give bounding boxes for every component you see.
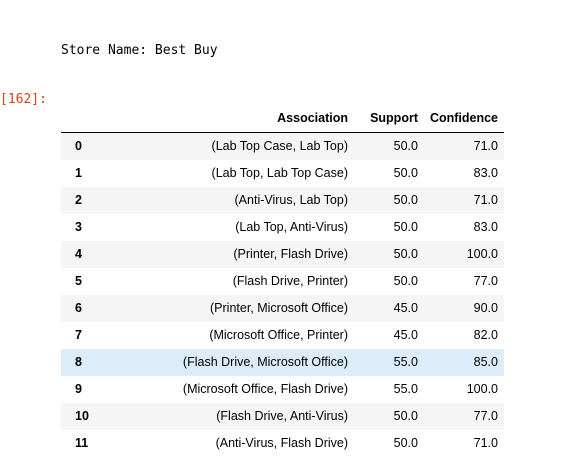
row-index: 0 (75, 139, 82, 153)
row-index: 4 (75, 247, 82, 261)
table-row: 9 (Microsoft Office, Flash Drive) 55.0 100.… (61, 376, 504, 403)
cell-confidence: 77.0 (473, 409, 498, 423)
table-row: 11 (Anti-Virus, Flash Drive) 50.0 71.0 (61, 430, 504, 457)
table-row: 2 (Anti-Virus, Lab Top) 50.0 71.0 (61, 187, 504, 214)
row-index: 11 (75, 436, 89, 450)
table-body: 0 (Lab Top Case, Lab Top) 50.0 71.0 1 (Lab To… (61, 132, 504, 457)
cell-support: 50.0 (393, 166, 418, 180)
cell-association: (Flash Drive, Printer) (232, 274, 348, 288)
table-header: Association Support Confidence (61, 105, 504, 133)
cell-confidence: 71.0 (473, 193, 498, 207)
cell-confidence: 100.0 (466, 247, 498, 261)
cell-association: (Anti-Virus, Lab Top) (234, 193, 348, 207)
cell-support: 50.0 (393, 274, 418, 288)
header-support: Support (354, 105, 418, 133)
row-index: 3 (75, 220, 82, 234)
cell-association: (Lab Top, Anti-Virus) (235, 220, 348, 234)
table-row: 0 (Lab Top Case, Lab Top) 50.0 71.0 (61, 132, 504, 160)
cell-confidence: 85.0 (473, 355, 498, 369)
store-name-line: Store Name: Best Buy (61, 43, 218, 58)
table-row: 7 (Microsoft Office, Printer) 45.0 82.0 (61, 322, 504, 349)
cell-support: 55.0 (393, 355, 418, 369)
table-row: 10 (Flash Drive, Anti-Virus) 50.0 77.0 (61, 403, 504, 430)
cell-support: 50.0 (393, 220, 418, 234)
cell-support: 45.0 (393, 301, 418, 315)
header-row: Association Support Confidence (61, 105, 504, 133)
row-index: 10 (75, 409, 89, 423)
row-index: 6 (75, 301, 82, 315)
cell-association: (Microsoft Office, Flash Drive) (182, 382, 348, 396)
table-row: 6 (Printer, Microsoft Office) 45.0 90.0 (61, 295, 504, 322)
row-index: 7 (75, 328, 82, 342)
cell-support: 50.0 (393, 193, 418, 207)
cell-association: (Printer, Microsoft Office) (210, 301, 348, 315)
associations-dataframe: Association Support Confidence 0 (Lab Top… (61, 105, 504, 457)
cell-association: (Flash Drive, Anti-Virus) (216, 409, 348, 423)
cell-confidence: 90.0 (473, 301, 498, 315)
row-index: 5 (75, 274, 82, 288)
cell-association: (Microsoft Office, Printer) (209, 328, 348, 342)
header-confidence: Confidence (418, 105, 504, 133)
cell-confidence: 82.0 (473, 328, 498, 342)
cell-association: (Lab Top Case, Lab Top) (211, 139, 348, 153)
table-row: 5 (Flash Drive, Printer) 50.0 77.0 (61, 268, 504, 295)
cell-confidence: 71.0 (473, 436, 498, 450)
row-index: 9 (75, 382, 82, 396)
cell-support: 45.0 (393, 328, 418, 342)
output-prompt: [162]: (0, 92, 47, 107)
cell-confidence: 77.0 (473, 274, 498, 288)
table-row: 1 (Lab Top, Lab Top Case) 50.0 83.0 (61, 160, 504, 187)
cell-support: 50.0 (393, 139, 418, 153)
cell-support: 50.0 (393, 247, 418, 261)
cell-support: 50.0 (393, 436, 418, 450)
cell-support: 55.0 (393, 382, 418, 396)
table-row: 3 (Lab Top, Anti-Virus) 50.0 83.0 (61, 214, 504, 241)
cell-association: (Flash Drive, Microsoft Office) (182, 355, 348, 369)
cell-confidence: 83.0 (473, 166, 498, 180)
header-index (61, 105, 145, 133)
cell-association: (Printer, Flash Drive) (233, 247, 348, 261)
table-row: 8 (Flash Drive, Microsoft Office) 55.0 85.0 (61, 349, 504, 376)
cell-association: (Lab Top, Lab Top Case) (211, 166, 348, 180)
cell-confidence: 83.0 (473, 220, 498, 234)
row-index: 2 (75, 193, 82, 207)
cell-support: 50.0 (393, 409, 418, 423)
notebook-output-area: Store Name: Best Buy Final Associations … (0, 0, 577, 460)
header-association: Association (145, 105, 354, 133)
row-index: 1 (75, 166, 82, 180)
cell-association: (Anti-Virus, Flash Drive) (215, 436, 348, 450)
cell-confidence: 100.0 (466, 382, 498, 396)
row-index: 8 (75, 355, 82, 369)
cell-confidence: 71.0 (473, 139, 498, 153)
table-row: 4 (Printer, Flash Drive) 50.0 100.0 (61, 241, 504, 268)
